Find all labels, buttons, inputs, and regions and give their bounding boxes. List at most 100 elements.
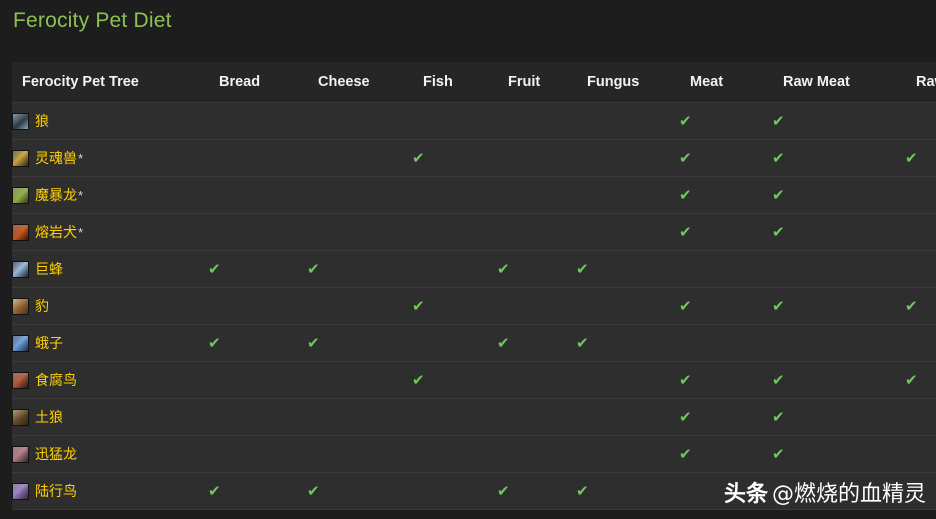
diet-cell-rawmeat: ✔ (772, 398, 905, 436)
check-icon: ✔ (905, 297, 918, 315)
diet-cell-cheese: ✔ (307, 361, 412, 399)
carrion-bird-icon (12, 372, 29, 389)
column-header-fish[interactable]: Fish (412, 62, 497, 103)
column-header-meat[interactable]: Meat (679, 62, 772, 103)
diet-cell-cheese: ✔ (307, 213, 412, 251)
diet-cell-rawmeat: ✔ (772, 361, 905, 399)
pet-name-cell[interactable]: 魔暴龙* (12, 176, 208, 214)
table-row[interactable]: 蛾子✔✔✔✔✔✔✔✔ (12, 324, 936, 362)
table-row[interactable]: 巨蜂✔✔✔✔✔✔✔✔ (12, 250, 936, 288)
table-body: 狼✔✔✔✔✔✔✔✔灵魂兽*✔✔✔✔✔✔✔✔魔暴龙*✔✔✔✔✔✔✔✔熔岩犬*✔✔✔… (12, 102, 936, 510)
check-icon: ✔ (679, 297, 692, 315)
diet-cell-fruit: ✔ (497, 176, 576, 214)
diet-cell-cheese: ✔ (307, 324, 412, 362)
check-icon: ✔ (412, 297, 425, 315)
check-icon: ✔ (772, 445, 785, 463)
table-row[interactable]: 豹✔✔✔✔✔✔✔✔ (12, 287, 936, 325)
pet-name-cell[interactable]: 豹 (12, 287, 208, 325)
diet-cell-meat: ✔ (679, 139, 772, 177)
diet-cell-cheese: ✔ (307, 250, 412, 288)
check-icon: ✔ (679, 408, 692, 426)
table-row[interactable]: 土狼✔✔✔✔✔✔✔✔ (12, 398, 936, 436)
diet-cell-rawmeat: ✔ (772, 176, 905, 214)
check-icon: ✔ (307, 260, 320, 278)
wasp-icon (12, 261, 29, 278)
diet-cell-fungus: ✔ (576, 472, 679, 510)
diet-cell-meat: ✔ (679, 324, 772, 362)
diet-cell-fruit: ✔ (497, 324, 576, 362)
diet-cell-meat: ✔ (679, 287, 772, 325)
check-icon: ✔ (208, 334, 221, 352)
diet-cell-rawfish: ✔ (905, 361, 936, 399)
diet-cell-fish: ✔ (412, 472, 497, 510)
diet-cell-fungus: ✔ (576, 361, 679, 399)
diet-cell-bread: ✔ (208, 361, 307, 399)
table-row[interactable]: 熔岩犬*✔✔✔✔✔✔✔✔ (12, 213, 936, 251)
check-icon: ✔ (679, 371, 692, 389)
pet-name-cell[interactable]: 熔岩犬* (12, 213, 208, 251)
diet-cell-meat: ✔ (679, 102, 772, 140)
table-row[interactable]: 狼✔✔✔✔✔✔✔✔ (12, 102, 936, 140)
pet-name-cell[interactable]: 迅猛龙 (12, 435, 208, 473)
pet-name-label: 魔暴龙 (35, 187, 77, 203)
check-icon: ✔ (307, 482, 320, 500)
pet-name-cell[interactable]: 陆行鸟 (12, 472, 208, 510)
diet-cell-cheese: ✔ (307, 435, 412, 473)
column-header-cheese[interactable]: Cheese (307, 62, 412, 103)
pet-name-cell[interactable]: 蛾子 (12, 324, 208, 362)
check-icon: ✔ (679, 149, 692, 167)
pet-name-cell[interactable]: 巨蜂 (12, 250, 208, 288)
diet-cell-fish: ✔ (412, 287, 497, 325)
table-row[interactable]: 迅猛龙✔✔✔✔✔✔✔✔ (12, 435, 936, 473)
diet-cell-rawfish: ✔ (905, 139, 936, 177)
table-row[interactable]: 魔暴龙*✔✔✔✔✔✔✔✔ (12, 176, 936, 214)
diet-cell-fish: ✔ (412, 324, 497, 362)
pet-exotic-marker: * (78, 225, 84, 240)
pet-name-cell[interactable]: 狼 (12, 102, 208, 140)
check-icon: ✔ (679, 223, 692, 241)
pet-name-label: 巨蜂 (35, 261, 63, 277)
diet-cell-fish: ✔ (412, 213, 497, 251)
column-header-pet[interactable]: Ferocity Pet Tree (12, 62, 208, 103)
moth-icon (12, 335, 29, 352)
check-icon: ✔ (772, 371, 785, 389)
cat-icon (12, 298, 29, 315)
column-header-fruit[interactable]: Fruit (497, 62, 576, 103)
diet-cell-bread: ✔ (208, 213, 307, 251)
column-header-raw-meat[interactable]: Raw Meat (772, 62, 905, 103)
diet-cell-rawfish: ✔ (905, 176, 936, 214)
column-header-raw-fish[interactable]: Raw Fish (905, 62, 936, 103)
table-row[interactable]: 陆行鸟✔✔✔✔✔✔✔✔ (12, 472, 936, 510)
pet-name-cell[interactable]: 土狼 (12, 398, 208, 436)
check-icon: ✔ (412, 371, 425, 389)
column-header-fungus[interactable]: Fungus (576, 62, 679, 103)
table-row[interactable]: 灵魂兽*✔✔✔✔✔✔✔✔ (12, 139, 936, 177)
pet-name-label: 迅猛龙 (35, 446, 77, 462)
diet-cell-cheese: ✔ (307, 176, 412, 214)
check-icon: ✔ (772, 223, 785, 241)
check-icon: ✔ (576, 482, 589, 500)
diet-cell-rawfish: ✔ (905, 102, 936, 140)
table-header: Ferocity Pet Tree Bread Cheese Fish Frui… (12, 62, 936, 103)
diet-cell-cheese: ✔ (307, 287, 412, 325)
pet-name-cell[interactable]: 食腐鸟 (12, 361, 208, 399)
pet-name-label: 陆行鸟 (35, 483, 77, 499)
pet-name-cell[interactable]: 灵魂兽* (12, 139, 208, 177)
diet-cell-fish: ✔ (412, 435, 497, 473)
check-icon: ✔ (772, 112, 785, 130)
column-header-bread[interactable]: Bread (208, 62, 307, 103)
check-icon: ✔ (679, 112, 692, 130)
diet-cell-bread: ✔ (208, 102, 307, 140)
check-icon: ✔ (772, 408, 785, 426)
table-row[interactable]: 食腐鸟✔✔✔✔✔✔✔✔ (12, 361, 936, 399)
diet-cell-rawfish: ✔ (905, 324, 936, 362)
diet-cell-fungus: ✔ (576, 398, 679, 436)
check-icon: ✔ (412, 149, 425, 167)
pet-name-label: 豹 (35, 298, 49, 314)
diet-cell-fungus: ✔ (576, 139, 679, 177)
ferocity-pet-diet-table: Ferocity Pet Tree Bread Cheese Fish Frui… (12, 62, 936, 510)
diet-cell-fungus: ✔ (576, 287, 679, 325)
diet-table-container: Ferocity Pet Tree Bread Cheese Fish Frui… (12, 62, 936, 510)
diet-cell-fungus: ✔ (576, 435, 679, 473)
diet-cell-fruit: ✔ (497, 435, 576, 473)
